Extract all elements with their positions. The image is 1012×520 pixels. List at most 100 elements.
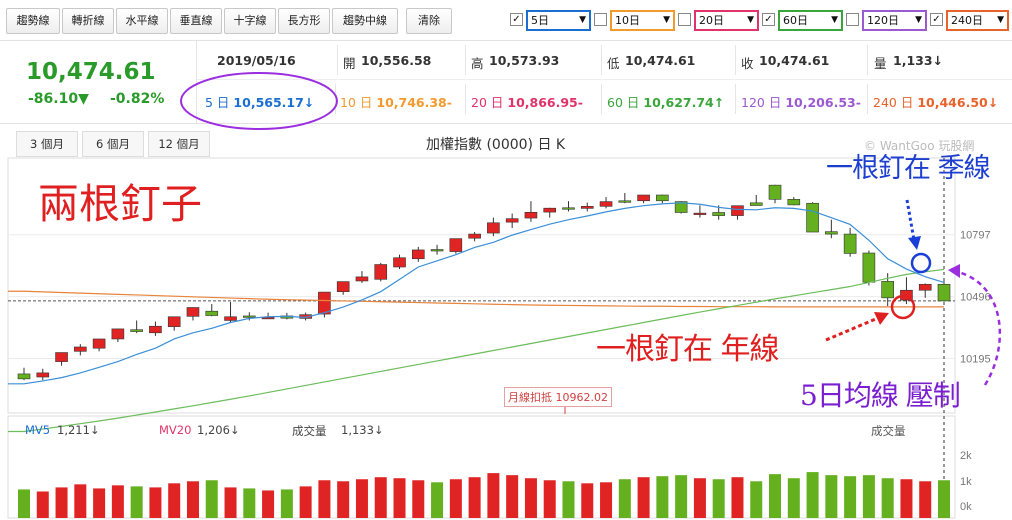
volume-bar bbox=[900, 479, 913, 518]
candle-body bbox=[55, 352, 68, 362]
candle-body bbox=[749, 202, 763, 206]
volume-bar bbox=[487, 473, 500, 518]
candle-body bbox=[637, 194, 650, 202]
candle-body bbox=[430, 249, 444, 252]
volume-panel-title: 成交量 bbox=[871, 424, 906, 438]
volume-bar bbox=[524, 478, 537, 518]
candle-body bbox=[768, 184, 782, 200]
mv5-value: 1,211↓ bbox=[57, 423, 100, 437]
volume-bar bbox=[337, 481, 350, 518]
candle-body bbox=[487, 222, 500, 234]
volume-bar bbox=[243, 488, 256, 518]
volume-bar bbox=[806, 472, 819, 518]
volume-bar bbox=[18, 489, 30, 518]
volume-bar bbox=[93, 488, 106, 518]
candle-body bbox=[17, 373, 31, 380]
candle-body bbox=[656, 194, 669, 202]
candle-body bbox=[111, 328, 125, 340]
candlestick-chart: 10797 10496 10195 2k 1k 0k bbox=[7, 72, 1002, 519]
volume-tick-label: 2k bbox=[960, 450, 972, 462]
y-tick-label: 10496 bbox=[960, 292, 991, 304]
volume-bar bbox=[600, 482, 613, 518]
candle-body bbox=[449, 238, 463, 252]
annotation-year-line: 一根釘在 年線 bbox=[596, 332, 780, 367]
volume-bar bbox=[787, 478, 800, 518]
volume-bar bbox=[562, 481, 575, 518]
volume-bar bbox=[919, 481, 932, 518]
volume-bar bbox=[168, 483, 181, 518]
volume-bar bbox=[769, 474, 782, 518]
volume-bar bbox=[750, 481, 763, 518]
volume-tick-label: 0k bbox=[960, 501, 972, 513]
volume-bar bbox=[731, 477, 744, 518]
volume-bar bbox=[675, 475, 688, 518]
highlight-circle bbox=[180, 72, 338, 130]
volume-bar bbox=[262, 490, 275, 518]
candle-body bbox=[787, 199, 801, 206]
candle-body bbox=[224, 316, 237, 321]
y-tick-label: 10195 bbox=[960, 354, 991, 366]
mv20-value: 1,206↓ bbox=[197, 423, 240, 437]
volume-bar bbox=[130, 486, 143, 518]
arrow-head-icon bbox=[948, 264, 960, 278]
volume-bar bbox=[506, 475, 519, 518]
volume-bar bbox=[205, 480, 218, 518]
volume-bar bbox=[468, 477, 481, 518]
candle-body bbox=[92, 338, 106, 349]
volume-bar bbox=[431, 482, 444, 518]
candle-body bbox=[468, 233, 481, 239]
candle-body bbox=[937, 283, 951, 302]
volume-bar bbox=[581, 483, 594, 518]
annotation-overlay bbox=[180, 72, 1002, 386]
season-arrow bbox=[905, 199, 916, 241]
arrow-head-icon bbox=[874, 312, 889, 325]
volume-bar bbox=[111, 485, 124, 518]
candle-body bbox=[562, 207, 575, 210]
volume-bar bbox=[318, 480, 331, 518]
volume-bar bbox=[149, 487, 162, 518]
candle-body bbox=[355, 276, 369, 282]
volume-bar bbox=[825, 475, 838, 518]
year-arrow bbox=[825, 316, 879, 342]
volume-bar bbox=[449, 479, 462, 518]
annotation-two-nails: 兩根釘子 bbox=[38, 180, 202, 228]
candle-body bbox=[149, 325, 162, 334]
season-line-circle bbox=[910, 252, 932, 274]
volume-bar bbox=[74, 484, 87, 518]
candle-body bbox=[411, 249, 425, 260]
candle-body bbox=[618, 200, 632, 203]
candle-body bbox=[393, 257, 406, 268]
candle-body bbox=[543, 207, 557, 213]
candle-body bbox=[74, 346, 87, 352]
volume-label: 成交量 bbox=[292, 424, 327, 438]
volume-bar bbox=[412, 480, 425, 518]
volume-bar bbox=[656, 476, 669, 518]
volume-bar bbox=[543, 480, 556, 518]
volume-bar bbox=[938, 480, 950, 518]
candle-body bbox=[599, 201, 613, 207]
volume-bar bbox=[355, 479, 368, 518]
candle-body bbox=[36, 372, 50, 378]
candle-body bbox=[243, 315, 256, 318]
mv20-label: MV20 bbox=[159, 423, 192, 437]
candle-body bbox=[693, 212, 707, 215]
volume-bar bbox=[299, 486, 312, 518]
candle-body bbox=[862, 252, 876, 283]
annotation-season-line: 一根釘在 季線 bbox=[826, 153, 991, 184]
annotation-monthly-offset: 月線扣抵 10962.02 bbox=[504, 387, 612, 407]
volume-bar bbox=[186, 481, 199, 518]
volume-tick-label: 1k bbox=[960, 476, 972, 488]
volume-bars: 2k 1k 0k bbox=[18, 450, 972, 518]
y-tick-label: 10797 bbox=[960, 230, 991, 242]
volume-bar bbox=[844, 476, 857, 518]
volume-bar bbox=[881, 478, 894, 518]
candle-body bbox=[374, 264, 388, 280]
volume-bar bbox=[55, 487, 68, 518]
volume-bar bbox=[862, 475, 875, 518]
volume-bar bbox=[393, 478, 406, 518]
candle-body bbox=[580, 206, 594, 209]
candle-body bbox=[881, 281, 894, 299]
candle-body bbox=[130, 329, 143, 332]
mv5-label: MV5 bbox=[25, 423, 51, 437]
candle-body bbox=[505, 218, 519, 223]
